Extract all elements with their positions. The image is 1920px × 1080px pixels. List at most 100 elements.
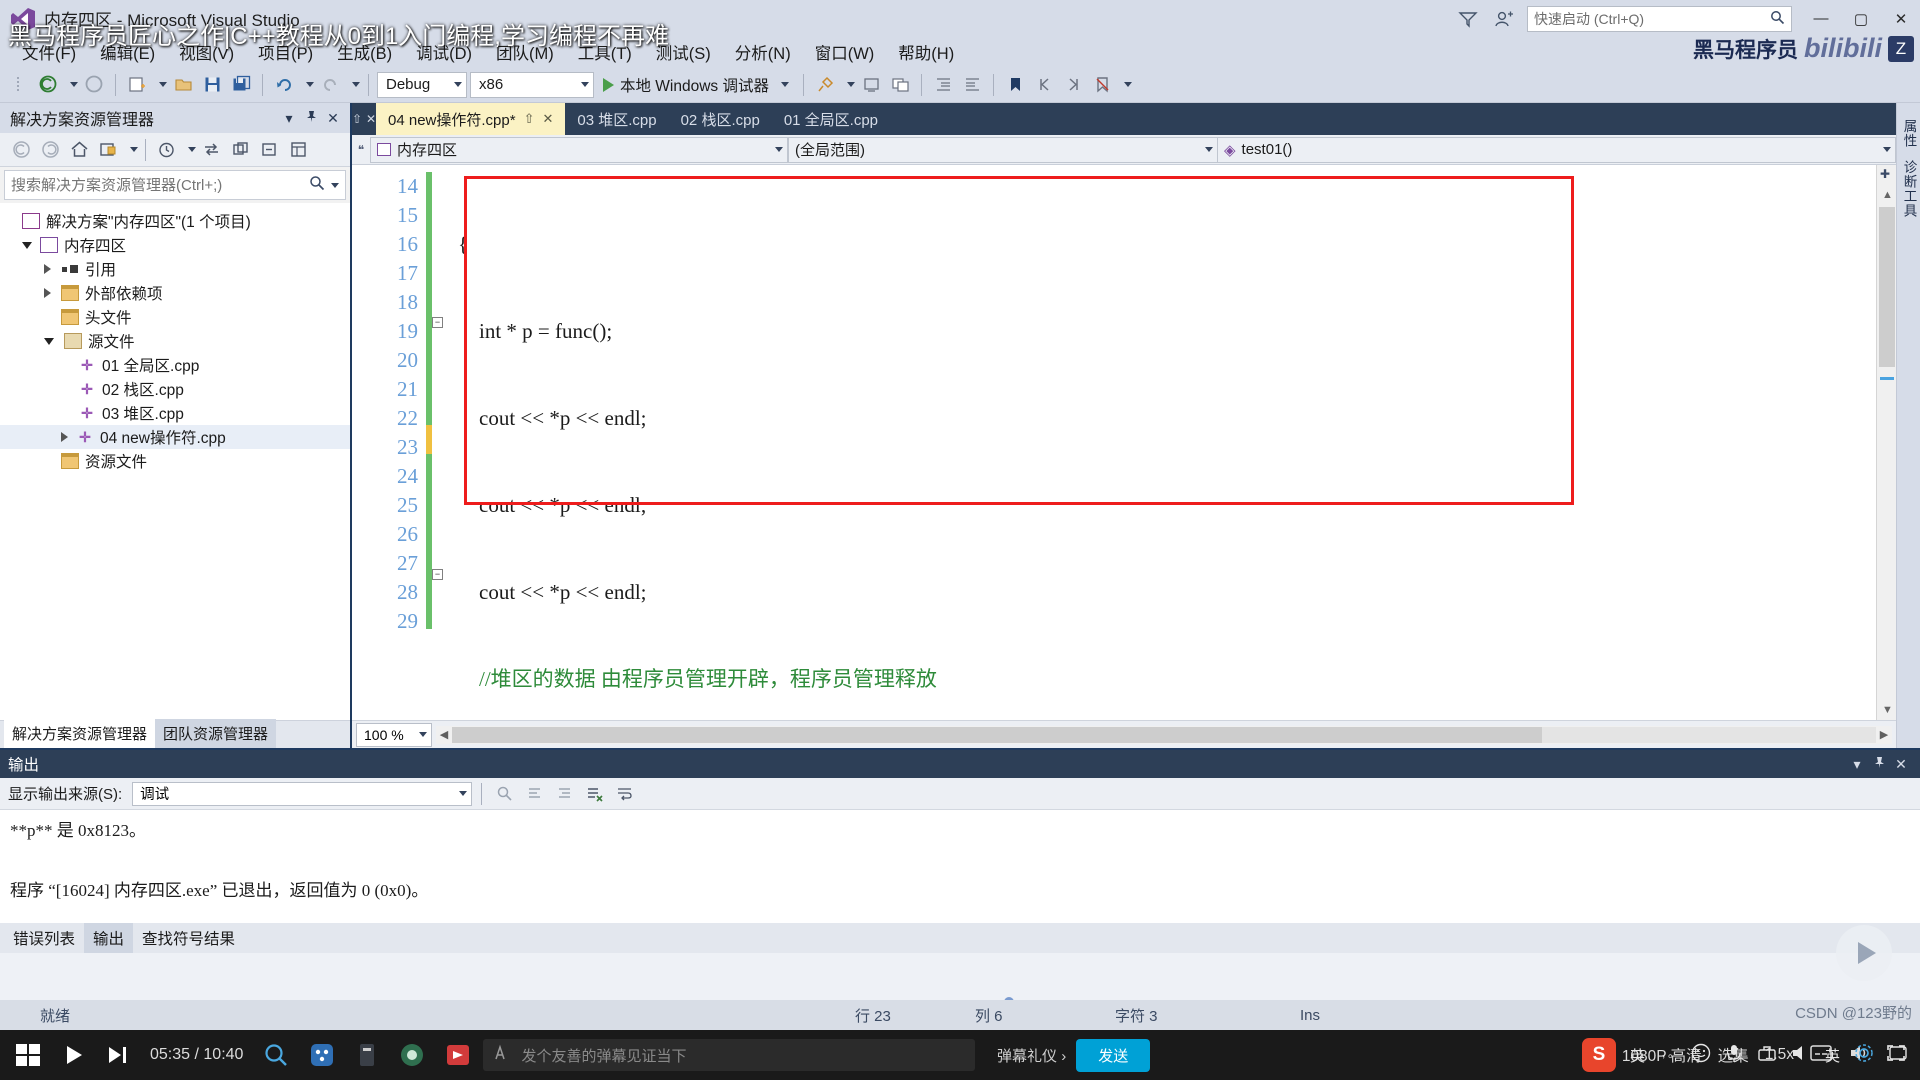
close-icon[interactable]: ✕ xyxy=(542,111,553,127)
player-resume-overlay-button[interactable] xyxy=(1836,925,1892,981)
close-icon[interactable]: ✕ xyxy=(322,110,344,127)
undo-icon[interactable] xyxy=(271,72,297,98)
navigate-back-dropdown-icon[interactable] xyxy=(70,82,78,87)
go-to-next-icon[interactable] xyxy=(551,782,577,806)
chevron-down-icon[interactable]: ▾ xyxy=(1846,756,1868,773)
navbar-project-combo[interactable]: 内存四区 xyxy=(370,136,788,163)
chevron-down-icon[interactable] xyxy=(130,147,138,152)
back-icon[interactable] xyxy=(8,137,35,163)
attach-process-icon[interactable] xyxy=(812,72,838,98)
refresh-icon[interactable] xyxy=(227,137,254,163)
scroll-right-icon[interactable]: ▶ xyxy=(1876,728,1892,741)
collapse-all-icon[interactable] xyxy=(256,137,283,163)
chevron-down-icon[interactable] xyxy=(188,147,196,152)
menu-window[interactable]: 窗口(W) xyxy=(803,38,887,66)
next-bookmark-icon[interactable] xyxy=(1060,72,1086,98)
editor-vertical-scrollbar[interactable]: ✚ ▲ ▼ xyxy=(1876,165,1896,720)
hscroll-thumb[interactable] xyxy=(452,726,1542,743)
chevron-right-icon[interactable] xyxy=(61,432,68,442)
editor-zoom-combo[interactable]: 100 % xyxy=(356,722,432,747)
pin-icon[interactable] xyxy=(300,110,322,126)
code-editor-surface[interactable]: 14 15 16 17 18 19 20 21 22 23 24 25 26 2… xyxy=(352,165,1896,720)
code-folding-column[interactable]: − − xyxy=(432,165,458,720)
scroll-up-icon[interactable]: ✚ xyxy=(1880,167,1890,181)
search-icon[interactable] xyxy=(263,1042,289,1068)
sogou-input-icon[interactable]: S xyxy=(1581,1038,1616,1072)
ime-punctuation-icon[interactable]: ,。 xyxy=(1659,1044,1680,1066)
pin-icon[interactable]: ⇧ xyxy=(524,111,535,127)
menu-analyze[interactable]: 分析(N) xyxy=(723,38,803,66)
pin-icon[interactable] xyxy=(1868,756,1890,772)
windows-start-icon[interactable] xyxy=(14,1041,42,1069)
chevron-right-icon[interactable] xyxy=(44,264,51,274)
attach-dropdown-icon[interactable] xyxy=(847,82,855,87)
tree-item-source-files[interactable]: 源文件 xyxy=(0,329,350,353)
comment-selection-icon[interactable] xyxy=(887,72,913,98)
tree-item-file-02[interactable]: ✛ 02 栈区.cpp xyxy=(0,377,350,401)
hot-reload-icon[interactable] xyxy=(858,72,884,98)
dock-tab-properties[interactable]: 属性 xyxy=(1899,115,1919,152)
output-source-combo[interactable]: 调试 xyxy=(132,781,473,806)
ime-mode-label[interactable]: 英 xyxy=(1825,1045,1840,1066)
editor-horizontal-scrollbar[interactable]: ◀ ▶ xyxy=(436,725,1892,744)
clear-output-icon[interactable] xyxy=(581,782,607,806)
scroll-up-arrow-icon[interactable]: ▲ xyxy=(1882,189,1893,201)
toggle-word-wrap-icon[interactable] xyxy=(611,782,637,806)
danmu-placeholder[interactable]: 发个友善的弹幕见证当下 xyxy=(521,1045,965,1066)
chevron-down-icon[interactable] xyxy=(22,241,32,249)
new-project-icon[interactable] xyxy=(124,72,150,98)
previous-bookmark-icon[interactable] xyxy=(1031,72,1057,98)
navbar-member-combo[interactable]: ◈ test01() xyxy=(1218,136,1896,163)
output-text-area[interactable]: **p** 是 0x8123。 程序 “[16024] 内存四区.exe” 已退… xyxy=(0,810,1920,923)
send-danmu-button[interactable]: 发送 xyxy=(1076,1038,1151,1072)
save-all-icon[interactable] xyxy=(228,72,254,98)
search-input[interactable] xyxy=(11,176,309,194)
settings-gear-icon[interactable] xyxy=(1854,1043,1874,1067)
open-file-icon[interactable] xyxy=(170,72,196,98)
tree-item-resource-files[interactable]: 资源文件 xyxy=(0,449,350,473)
solution-explorer-search[interactable] xyxy=(4,170,346,200)
maximize-button[interactable]: ▢ xyxy=(1850,10,1872,28)
fold-toggle-icon[interactable]: − xyxy=(432,317,443,328)
home-icon[interactable] xyxy=(66,137,93,163)
tab-team-explorer[interactable]: 团队资源管理器 xyxy=(155,719,277,748)
find-message-icon[interactable] xyxy=(491,782,517,806)
fold-toggle-icon[interactable]: − xyxy=(432,569,443,580)
solution-platform-combo[interactable]: x86 xyxy=(470,71,594,98)
new-project-dropdown-icon[interactable] xyxy=(159,82,167,87)
play-pause-icon[interactable] xyxy=(62,1043,86,1067)
start-debug-button[interactable]: 本地 Windows 调试器 xyxy=(597,74,795,96)
tab-solution-explorer[interactable]: 解决方案资源管理器 xyxy=(4,719,156,748)
signin-icon[interactable] xyxy=(1491,6,1517,32)
search-icon[interactable] xyxy=(309,175,325,196)
sync-icon[interactable] xyxy=(198,137,225,163)
tab-find-symbol-results[interactable]: 查找符号结果 xyxy=(133,923,244,953)
navbar-scope-combo[interactable]: (全局范围) xyxy=(788,136,1218,163)
redo-dropdown-icon[interactable] xyxy=(352,82,360,87)
danmu-input-box[interactable]: 发个友善的弹幕见证当下 xyxy=(483,1039,976,1071)
menu-help[interactable]: 帮助(H) xyxy=(886,38,966,66)
notification-icon[interactable] xyxy=(1888,1043,1908,1067)
navigate-backward-icon[interactable] xyxy=(35,72,61,98)
chevron-down-icon[interactable]: ▾ xyxy=(278,110,300,127)
tree-item-header-files[interactable]: 头文件 xyxy=(0,305,350,329)
increase-indent-icon[interactable] xyxy=(930,72,956,98)
pin-icon[interactable]: ⇧ xyxy=(352,112,362,126)
scroll-left-icon[interactable]: ◀ xyxy=(436,728,452,741)
hscroll-track[interactable] xyxy=(452,726,1876,743)
quick-launch-input[interactable]: 快速启动 (Ctrl+Q) xyxy=(1527,5,1792,32)
app-icon-dark[interactable] xyxy=(355,1042,379,1068)
tab-04-new-operator[interactable]: 04 new操作符.cpp* ⇧ ✕ xyxy=(376,103,566,135)
scroll-down-arrow-icon[interactable]: ▼ xyxy=(1882,704,1893,716)
app-icon-green[interactable] xyxy=(399,1042,425,1068)
show-all-files-icon[interactable] xyxy=(95,137,122,163)
solution-config-combo[interactable]: Debug xyxy=(377,71,467,98)
pending-changes-icon[interactable] xyxy=(153,137,180,163)
tab-strip-pin-controls[interactable]: ⇧ ✕ xyxy=(352,103,376,135)
tree-item-references[interactable]: 引用 xyxy=(0,257,350,281)
tree-item-file-03[interactable]: ✛ 03 堆区.cpp xyxy=(0,401,350,425)
tree-item-file-01[interactable]: ✛ 01 全局区.cpp xyxy=(0,353,350,377)
bookmark-icon[interactable] xyxy=(1002,72,1028,98)
close-icon[interactable]: ✕ xyxy=(1890,756,1912,773)
tree-item-file-04[interactable]: ✛ 04 new操作符.cpp xyxy=(0,425,350,449)
